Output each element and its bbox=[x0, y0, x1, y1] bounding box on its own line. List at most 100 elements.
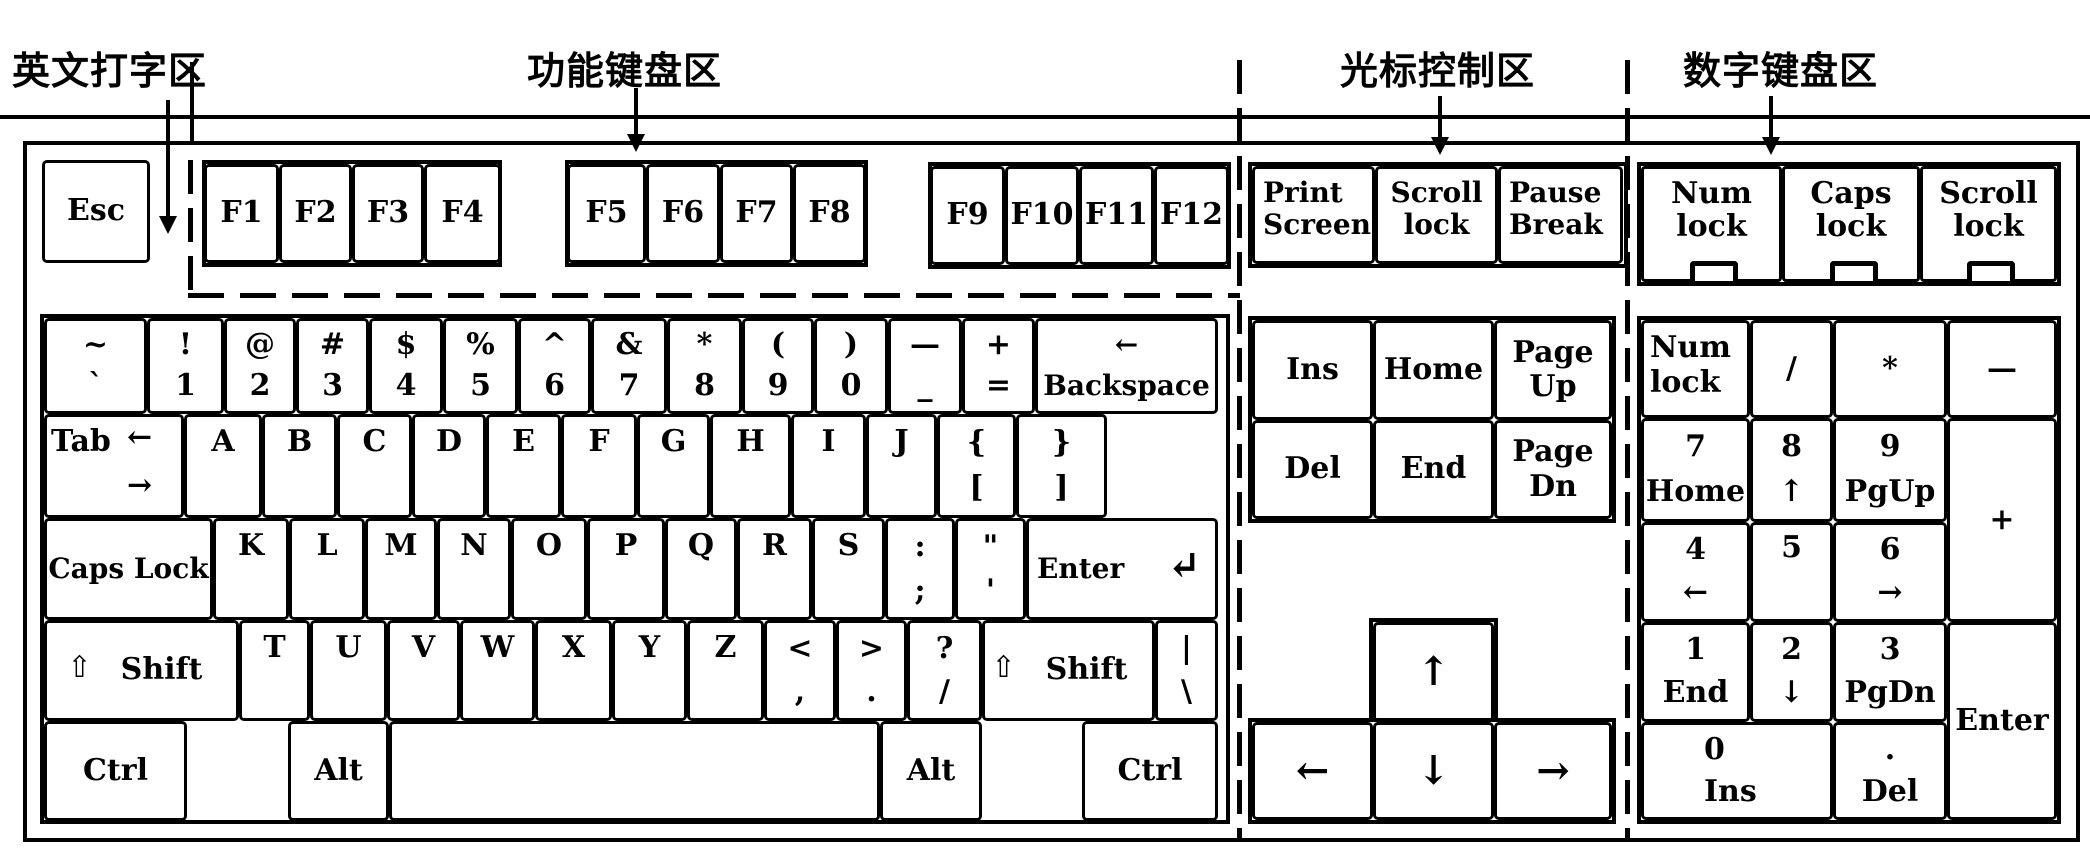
numpad-key-4[interactable]: 4 ← bbox=[1641, 522, 1750, 622]
key-punct-row4-2[interactable]: ? / bbox=[907, 620, 982, 721]
numpad-key-enter[interactable]: Enter bbox=[1947, 622, 2057, 820]
key-letter-5[interactable]: F bbox=[561, 414, 637, 518]
key-right-bracket[interactable]: }] bbox=[1016, 414, 1107, 518]
key-letter-row4-2[interactable]: V bbox=[387, 620, 460, 721]
numpad-key-1[interactable]: 1 End bbox=[1641, 622, 1750, 722]
key-row1-11[interactable]: — _ bbox=[888, 318, 962, 414]
key-alt-right[interactable]: Alt bbox=[880, 721, 982, 821]
key-backslash[interactable]: | \ bbox=[1155, 620, 1218, 721]
key-page-up[interactable]: Page Up bbox=[1494, 320, 1612, 420]
key-backspace[interactable]: ← Backspace bbox=[1035, 318, 1218, 414]
numpad-key-7[interactable]: 7 Home bbox=[1641, 418, 1750, 522]
numpad-key-divide[interactable]: / bbox=[1750, 320, 1833, 418]
key-letter-7[interactable]: H bbox=[710, 414, 791, 518]
numpad-key-5[interactable]: 5 bbox=[1750, 522, 1833, 622]
numpad-key-8[interactable]: 8 ↑ bbox=[1750, 418, 1833, 522]
key-letter-1[interactable]: B bbox=[262, 414, 337, 518]
key-f8[interactable]: F8 bbox=[793, 164, 866, 263]
key-f12[interactable]: F12 bbox=[1154, 166, 1229, 265]
key-esc[interactable]: Esc bbox=[42, 160, 150, 263]
key-f5[interactable]: F5 bbox=[567, 164, 646, 263]
key-f3[interactable]: F3 bbox=[352, 164, 424, 263]
key-punct-row4-1[interactable]: >. bbox=[836, 620, 907, 721]
key-row1-6[interactable]: ^ 6 bbox=[518, 318, 591, 414]
key-delete[interactable]: Del bbox=[1252, 420, 1373, 519]
key-letter-3[interactable]: D bbox=[412, 414, 486, 518]
key-pause-break[interactable]: Pause Break bbox=[1498, 166, 1623, 264]
key-home[interactable]: Home bbox=[1373, 320, 1494, 420]
key-letter-row3-3[interactable]: N bbox=[437, 518, 511, 620]
numpad-key-num-lock[interactable]: Num lock bbox=[1641, 320, 1750, 418]
key-caps-lock[interactable]: Caps Lock bbox=[44, 518, 213, 620]
key-alt-left[interactable]: Alt bbox=[288, 721, 389, 821]
key-scroll-lock[interactable]: Scroll lock bbox=[1375, 166, 1498, 264]
key-print-screen[interactable]: Print Screen bbox=[1252, 166, 1375, 264]
key-end[interactable]: End bbox=[1373, 420, 1494, 519]
key-f4[interactable]: F4 bbox=[424, 164, 501, 263]
key-f2[interactable]: F2 bbox=[279, 164, 352, 263]
key-letter-row4-0[interactable]: T bbox=[239, 620, 310, 721]
key-row1-10[interactable]: ) 0 bbox=[814, 318, 888, 414]
key-letter-row4-3[interactable]: W bbox=[460, 620, 535, 721]
key-row1-8[interactable]: * 8 bbox=[667, 318, 742, 414]
key-tab[interactable]: Tab ← → bbox=[44, 414, 184, 518]
key-left-bracket[interactable]: {[ bbox=[937, 414, 1016, 518]
key-letter-row3-0[interactable]: K bbox=[213, 518, 289, 620]
key-letter-4[interactable]: E bbox=[486, 414, 561, 518]
key-letter-8[interactable]: I bbox=[791, 414, 866, 518]
key-row1-7[interactable]: & 7 bbox=[591, 318, 667, 414]
key-row1-2[interactable]: @2 bbox=[224, 318, 296, 414]
key-ctrl-left[interactable]: Ctrl bbox=[44, 721, 187, 821]
key-letter-row3-1[interactable]: L bbox=[289, 518, 365, 620]
key-quote[interactable]: " ' bbox=[955, 518, 1026, 620]
key-letter-row4-4[interactable]: X bbox=[535, 620, 612, 721]
key-shift-right[interactable]: ⇧ Shift bbox=[982, 620, 1155, 721]
key-arrow-up[interactable]: ↑ bbox=[1373, 622, 1494, 722]
key-shift-left[interactable]: ⇧ Shift bbox=[44, 620, 239, 721]
key-f9[interactable]: F9 bbox=[930, 166, 1005, 265]
numpad-key-plus[interactable]: + bbox=[1947, 418, 2057, 622]
key-letter-row4-5[interactable]: Y bbox=[612, 620, 687, 721]
numpad-key-2[interactable]: 2 ↓ bbox=[1750, 622, 1833, 722]
key-enter[interactable]: Enter ↵ bbox=[1026, 518, 1218, 620]
key-letter-0[interactable]: A bbox=[184, 414, 262, 518]
key-arrow-right[interactable]: → bbox=[1494, 722, 1612, 820]
key-row1-0[interactable]: ~ ` bbox=[44, 318, 147, 414]
numpad-key-9[interactable]: 9 PgUp bbox=[1833, 418, 1947, 522]
key-row1-5[interactable]: % 5 bbox=[443, 318, 518, 414]
key-arrow-left[interactable]: ← bbox=[1252, 722, 1373, 820]
key-letter-row3-2[interactable]: M bbox=[365, 518, 437, 620]
key-letter-row3-4[interactable]: O bbox=[511, 518, 587, 620]
numpad-key-0[interactable]: 0 Ins bbox=[1641, 722, 1833, 820]
key-f7[interactable]: F7 bbox=[720, 164, 793, 263]
key-letter-row3-7[interactable]: R bbox=[737, 518, 812, 620]
key-page-down[interactable]: Page Dn bbox=[1494, 420, 1612, 519]
key-letter-6[interactable]: G bbox=[637, 414, 710, 518]
numpad-key-3[interactable]: 3 PgDn bbox=[1833, 622, 1947, 722]
key-row1-9[interactable]: (9 bbox=[742, 318, 814, 414]
key-semicolon[interactable]: :; bbox=[885, 518, 955, 620]
key-letter-row3-6[interactable]: Q bbox=[665, 518, 737, 620]
numpad-key-multiply[interactable]: * bbox=[1833, 320, 1947, 418]
key-letter-row4-1[interactable]: U bbox=[310, 620, 387, 721]
key-f11[interactable]: F11 bbox=[1079, 166, 1154, 265]
key-f1[interactable]: F1 bbox=[204, 164, 279, 263]
numpad-key-decimal[interactable]: . Del bbox=[1833, 722, 1947, 820]
key-ctrl-right[interactable]: Ctrl bbox=[1082, 721, 1218, 821]
key-letter-row3-5[interactable]: P bbox=[587, 518, 665, 620]
key-punct-row4-0[interactable]: <, bbox=[764, 620, 836, 721]
key-f6[interactable]: F6 bbox=[646, 164, 720, 263]
key-row1-1[interactable]: ! 1 bbox=[147, 318, 224, 414]
numpad-key-6[interactable]: 6 → bbox=[1833, 522, 1947, 622]
numpad-key-minus[interactable]: — bbox=[1947, 320, 2057, 418]
key-letter-row4-6[interactable]: Z bbox=[687, 620, 764, 721]
key-row1-12[interactable]: + = bbox=[962, 318, 1035, 414]
key-f10[interactable]: F10 bbox=[1005, 166, 1079, 265]
key-letter-9[interactable]: J bbox=[866, 414, 937, 518]
key-arrow-down[interactable]: ↓ bbox=[1373, 722, 1494, 820]
key-row1-3[interactable]: #3 bbox=[296, 318, 369, 414]
key-space[interactable] bbox=[389, 721, 880, 821]
key-letter-2[interactable]: C bbox=[337, 414, 412, 518]
key-row1-4[interactable]: $4 bbox=[369, 318, 443, 414]
key-letter-row3-8[interactable]: S bbox=[812, 518, 885, 620]
